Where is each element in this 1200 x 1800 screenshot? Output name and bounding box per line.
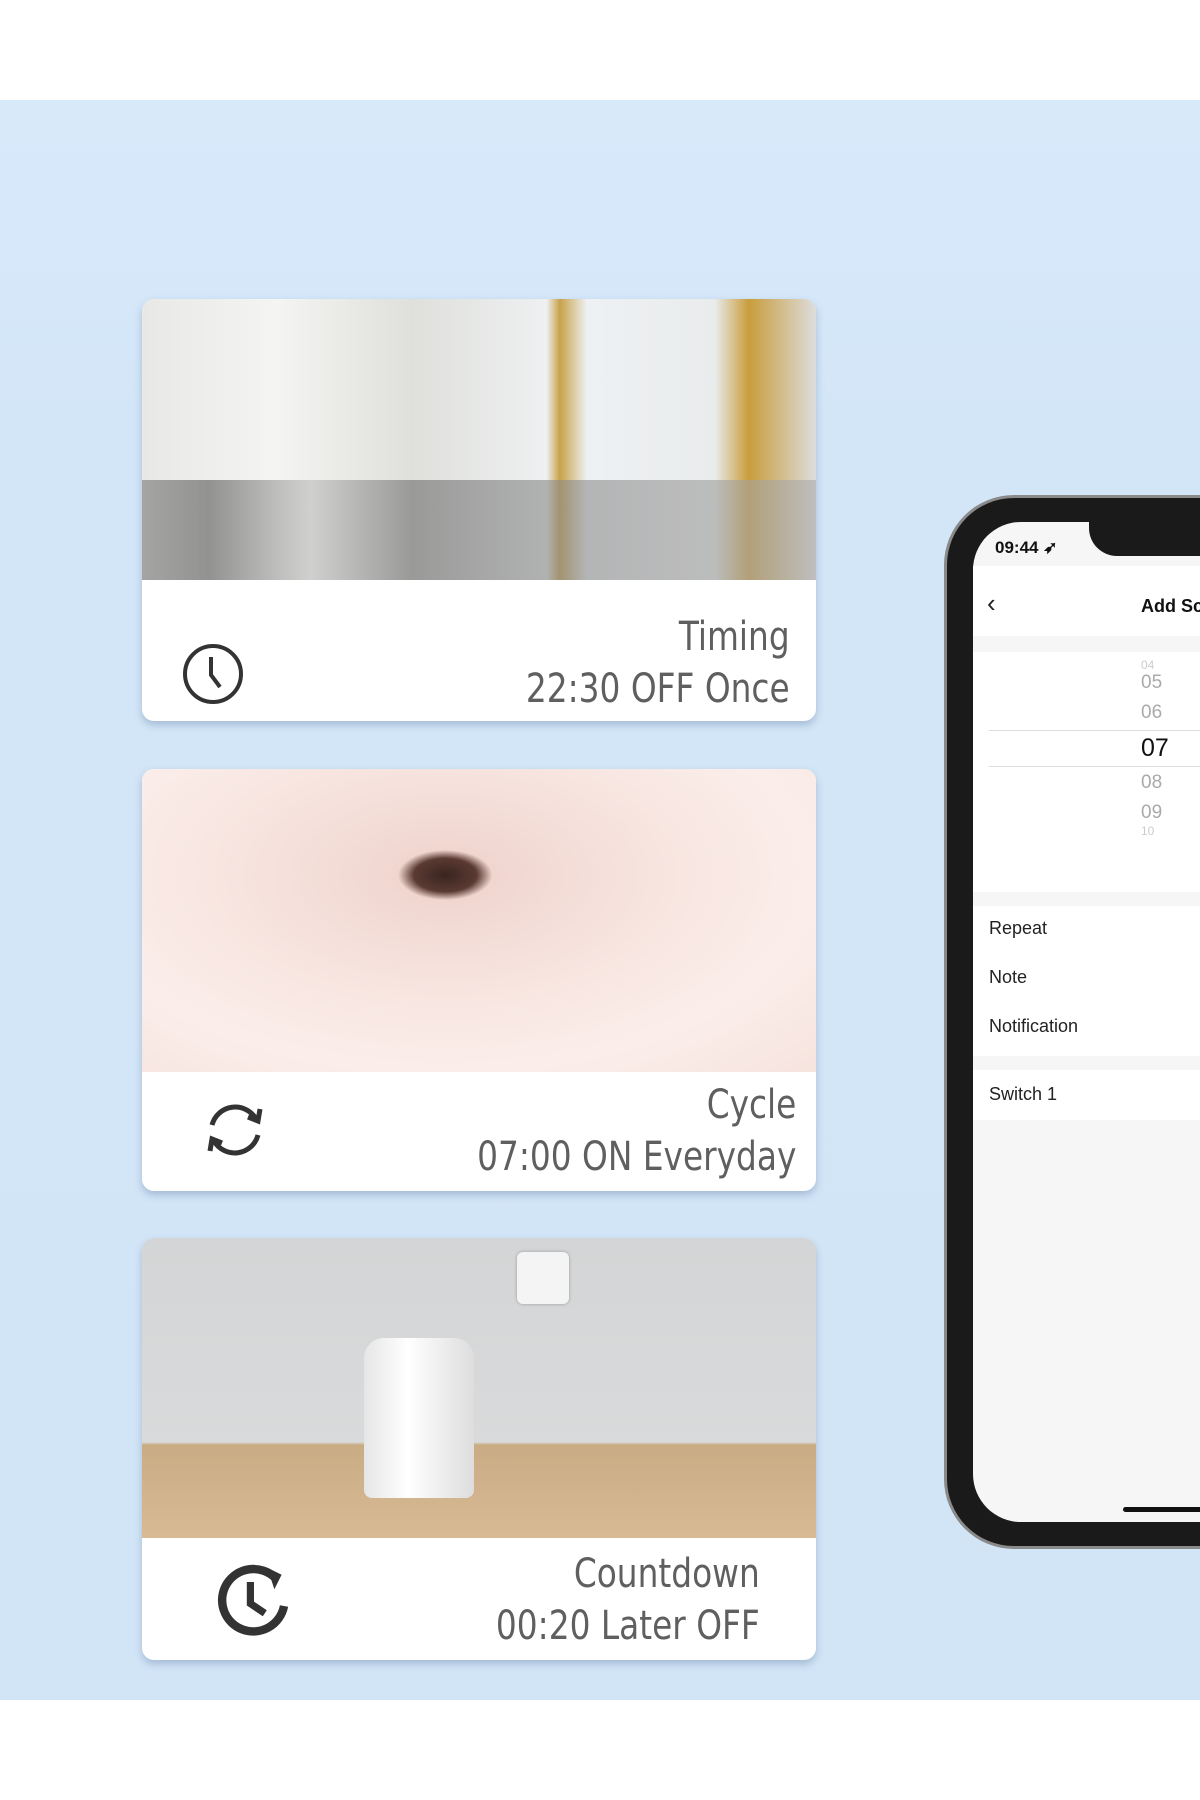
card-detail: 07:00 ON Everyday [476, 1134, 796, 1180]
card-title: Timing [679, 614, 790, 660]
switch-section: Switch 1 [973, 1070, 1200, 1120]
repeat-row[interactable]: Repeat [989, 918, 1047, 939]
picker-option[interactable]: 06 [1141, 702, 1162, 724]
nav-bar: ‹ Add Sc [973, 566, 1200, 636]
phone-notch [1089, 522, 1200, 556]
divider [989, 766, 1200, 767]
timing-card: Timing 22:30 OFF Once [142, 299, 816, 721]
picker-option[interactable]: 08 [1141, 772, 1162, 794]
picker-option[interactable]: 09 [1141, 802, 1162, 824]
card-detail: 00:20 Later OFF [496, 1603, 760, 1649]
picker-option[interactable]: 05 [1141, 672, 1162, 694]
card-title: Countdown [574, 1551, 760, 1597]
card-title: Cycle [706, 1082, 796, 1128]
picker-selected[interactable]: 07 [1141, 734, 1169, 763]
card-caption: Countdown 00:20 Later OFF [496, 1548, 760, 1652]
back-chevron-icon[interactable]: ‹ [987, 588, 996, 619]
card-detail: 22:30 OFF Once [526, 666, 790, 712]
countdown-card: Countdown 00:20 Later OFF [142, 1238, 816, 1660]
kettle-photo [142, 1238, 816, 1538]
refresh-icon [207, 1104, 263, 1156]
status-time: 09:44 ➶ [995, 538, 1058, 557]
nav-title: Add Sc [1141, 596, 1200, 616]
sleeping-woman-photo [142, 769, 816, 1072]
settings-list: Repeat Note Notification [973, 906, 1200, 1056]
divider [989, 730, 1200, 731]
note-row[interactable]: Note [989, 967, 1027, 988]
wall-socket [517, 1252, 569, 1304]
clock-icon [183, 644, 243, 704]
picker-option[interactable]: 04 [1141, 658, 1154, 672]
picker-option[interactable]: 10 [1141, 824, 1154, 838]
card-caption: Timing 22:30 OFF Once [526, 611, 790, 715]
hour-picker[interactable]: 04 05 06 07 08 09 10 [973, 652, 1200, 892]
switch-row[interactable]: Switch 1 [989, 1084, 1057, 1105]
notification-row[interactable]: Notification [989, 1016, 1078, 1037]
phone-mockup: 09:44 ➶ ‹ Add Sc 04 05 06 07 08 09 10 Re… [944, 495, 1200, 1549]
card-caption: Cycle 07:00 ON Everyday [477, 1079, 796, 1183]
phone-screen: 09:44 ➶ ‹ Add Sc 04 05 06 07 08 09 10 Re… [973, 522, 1200, 1522]
living-room-photo [142, 299, 816, 580]
home-indicator [1123, 1507, 1200, 1512]
kettle [364, 1338, 474, 1498]
cycle-card: Cycle 07:00 ON Everyday [142, 769, 816, 1191]
countdown-clock-icon [217, 1564, 289, 1636]
